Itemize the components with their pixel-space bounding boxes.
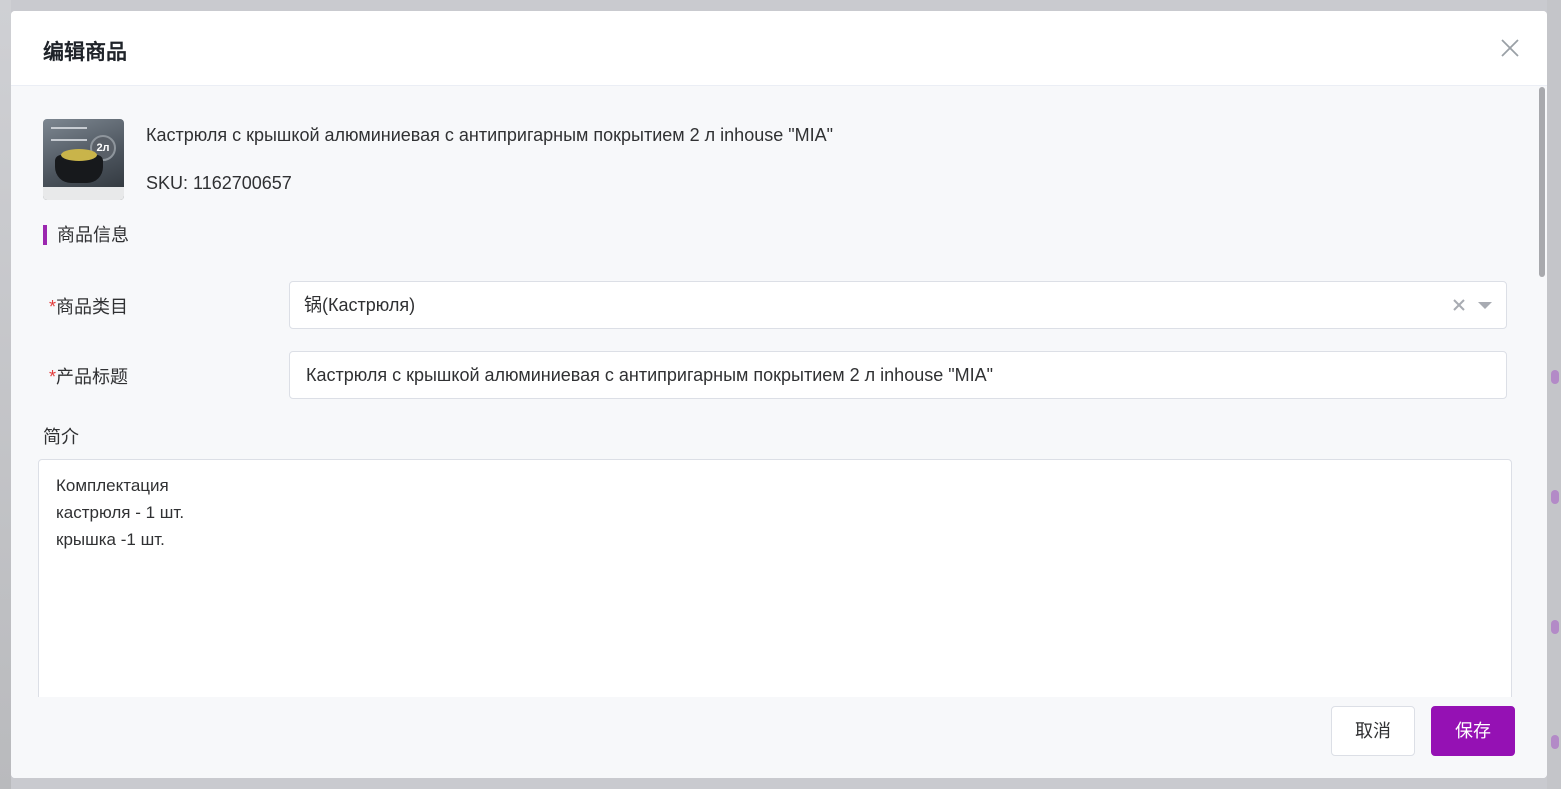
product-title-input[interactable] xyxy=(289,351,1507,399)
cancel-button[interactable]: 取消 xyxy=(1331,706,1415,756)
thumbnail-footer-strip xyxy=(43,187,124,200)
background-accent-dot xyxy=(1551,490,1559,504)
background-page-right xyxy=(1547,0,1561,789)
clear-icon[interactable] xyxy=(1452,298,1466,312)
dialog-footer: 取消 保存 xyxy=(11,697,1547,778)
background-accent-dot xyxy=(1551,370,1559,384)
required-mark: * xyxy=(49,297,57,317)
section-title-product-info: 商品信息 xyxy=(43,225,129,245)
scrollbar-thumb[interactable] xyxy=(1539,87,1545,277)
category-select-value: 锅(Кастрюля) xyxy=(304,295,416,315)
thumbnail-food xyxy=(61,149,97,161)
form-row-category: *商品类目 锅(Кастрюля) xyxy=(11,281,1547,329)
background-accent-dot xyxy=(1551,735,1559,749)
caret-down-icon[interactable] xyxy=(1478,302,1492,309)
dialog-scrollbar[interactable] xyxy=(1537,87,1547,697)
dialog-header: 编辑商品 xyxy=(11,11,1547,86)
category-label: *商品类目 xyxy=(49,293,128,319)
description-label: 简介 xyxy=(43,427,79,447)
title-label-text: 产品标题 xyxy=(56,367,129,387)
save-button[interactable]: 保存 xyxy=(1431,706,1515,756)
dialog-body[interactable]: 2л Кастрюля с крышкой алюминиевая с анти… xyxy=(11,87,1547,697)
thumbnail-text-lines xyxy=(51,127,87,141)
background-accent-dot xyxy=(1551,620,1559,634)
dialog-title: 编辑商品 xyxy=(43,41,127,64)
close-button[interactable] xyxy=(1499,37,1521,59)
title-label: *产品标题 xyxy=(49,363,128,389)
background-page-left xyxy=(0,0,11,789)
edit-product-dialog: 编辑商品 2л Кастрюля с крышкой алюминиевая с… xyxy=(11,11,1547,778)
category-select[interactable]: 锅(Кастрюля) xyxy=(289,281,1507,329)
product-sku: SKU: 1162700657 xyxy=(146,173,292,193)
description-textarea[interactable]: Комплектация кастрюля - 1 шт. крышка -1 … xyxy=(38,459,1512,697)
form-row-title: *产品标题 xyxy=(11,351,1547,399)
required-mark: * xyxy=(49,367,57,387)
product-summary: 2л Кастрюля с крышкой алюминиевая с анти… xyxy=(43,119,1443,201)
product-name: Кастрюля с крышкой алюминиевая с антипри… xyxy=(146,125,834,145)
close-icon xyxy=(1501,39,1519,57)
product-thumbnail: 2л xyxy=(43,119,124,200)
category-label-text: 商品类目 xyxy=(56,297,129,317)
